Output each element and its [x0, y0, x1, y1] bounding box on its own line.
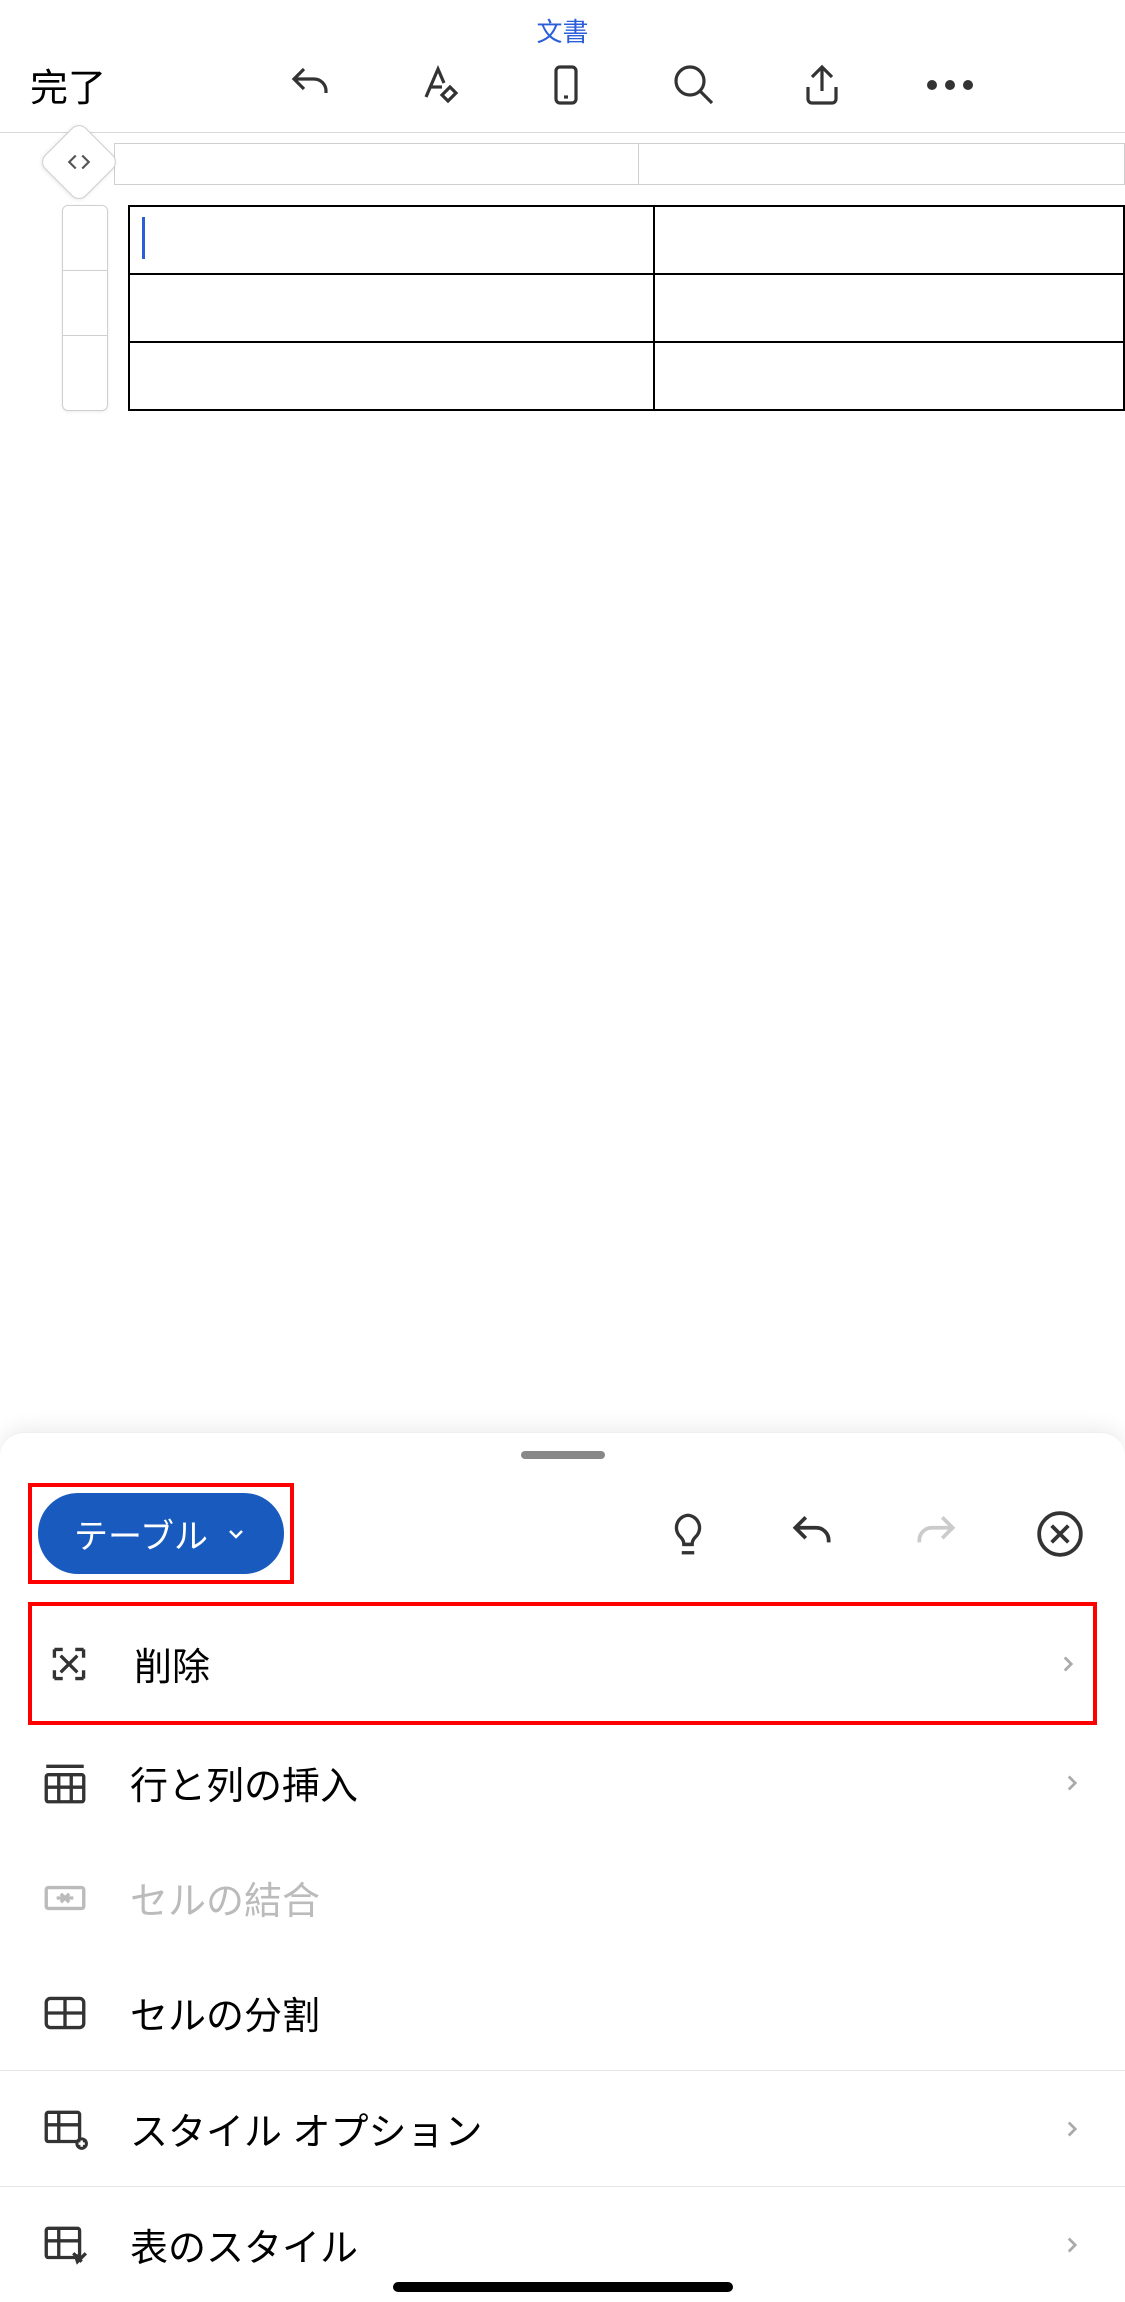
table-options-panel: テーブル 削除	[0, 1432, 1125, 2302]
column-handle[interactable]	[114, 143, 639, 185]
chevron-right-icon	[1059, 1770, 1085, 1796]
close-panel-icon[interactable]	[1035, 1509, 1085, 1559]
row-handles	[62, 205, 108, 411]
undo-icon[interactable]	[286, 61, 334, 109]
insert-rows-cols-icon	[40, 1758, 90, 1808]
top-toolbar: 完了	[0, 57, 1125, 133]
table-cell[interactable]	[129, 342, 654, 410]
panel-drag-handle[interactable]	[521, 1451, 605, 1459]
menu-item-label: 削除	[134, 1636, 1015, 1691]
table-move-handle[interactable]	[38, 121, 120, 203]
menu-item-split-cells[interactable]: セルの分割	[0, 1955, 1125, 2070]
menu-item-label: 表のスタイル	[130, 2217, 1019, 2272]
chevron-right-icon	[1059, 2116, 1085, 2142]
panel-undo-icon[interactable]	[787, 1509, 837, 1559]
menu-item-merge-cells: セルの結合	[0, 1840, 1125, 1955]
table-tab-label: テーブル	[74, 1509, 208, 1558]
done-button[interactable]: 完了	[30, 57, 106, 112]
column-handle[interactable]	[639, 143, 1125, 185]
mobile-view-icon[interactable]	[542, 61, 590, 109]
table-row[interactable]	[129, 206, 1124, 274]
more-icon[interactable]	[926, 61, 974, 109]
delete-table-icon	[44, 1639, 94, 1689]
table-row[interactable]	[129, 274, 1124, 342]
table-cell[interactable]	[654, 342, 1124, 410]
chevron-right-icon	[1059, 2232, 1085, 2258]
menu-item-delete[interactable]: 削除	[32, 1606, 1093, 1721]
table-cell[interactable]	[129, 274, 654, 342]
text-cursor	[142, 217, 145, 259]
document-canvas[interactable]	[0, 133, 1125, 411]
column-handles	[114, 143, 1125, 185]
menu-item-style-options[interactable]: スタイル オプション	[0, 2070, 1125, 2186]
table-tab-chip[interactable]: テーブル	[38, 1493, 284, 1574]
menu-item-label: スタイル オプション	[130, 2101, 1019, 2156]
chevron-down-icon	[224, 1522, 248, 1546]
table-row[interactable]	[129, 342, 1124, 410]
lightbulb-icon[interactable]	[663, 1509, 713, 1559]
chevron-right-icon	[1055, 1651, 1081, 1677]
highlight-annotation: テーブル	[28, 1483, 294, 1584]
table-options-list: 削除 行と列の挿入 セルの結合 セルの分割	[0, 1602, 1125, 2302]
panel-toolbar: テーブル	[0, 1473, 1125, 1602]
row-handle[interactable]	[63, 336, 107, 401]
home-indicator[interactable]	[393, 2282, 733, 2292]
menu-item-label: セルの結合	[130, 1870, 1085, 1925]
split-cells-icon	[40, 1988, 90, 2038]
row-handle[interactable]	[63, 206, 107, 271]
menu-item-insert-rows-cols[interactable]: 行と列の挿入	[0, 1725, 1125, 1840]
merge-cells-icon	[40, 1873, 90, 1923]
menu-item-label: 行と列の挿入	[130, 1755, 1019, 1810]
table-cell[interactable]	[654, 206, 1124, 274]
document-table[interactable]	[128, 205, 1125, 411]
row-handle[interactable]	[63, 271, 107, 336]
document-title[interactable]: 文書	[0, 0, 1125, 57]
table-cell[interactable]	[654, 274, 1124, 342]
table-cell[interactable]	[129, 206, 654, 274]
menu-item-label: セルの分割	[130, 1985, 1085, 2040]
search-icon[interactable]	[670, 61, 718, 109]
table-styles-icon	[40, 2220, 90, 2270]
panel-redo-icon	[911, 1509, 961, 1559]
style-options-icon	[40, 2104, 90, 2154]
text-format-icon[interactable]	[414, 61, 462, 109]
highlight-annotation: 削除	[28, 1602, 1097, 1725]
share-icon[interactable]	[798, 61, 846, 109]
